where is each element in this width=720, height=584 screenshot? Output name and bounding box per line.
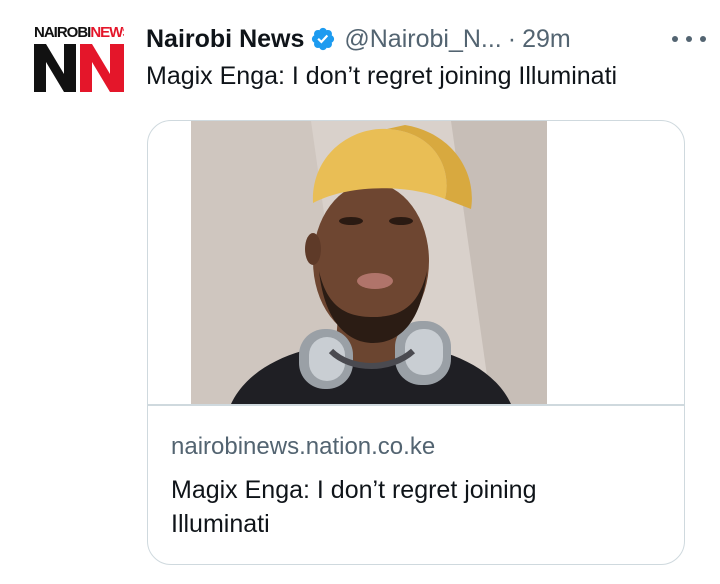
more-dot bbox=[686, 36, 692, 42]
more-dot bbox=[672, 36, 678, 42]
verified-badge-icon bbox=[312, 27, 335, 51]
display-name[interactable]: Nairobi News bbox=[146, 25, 304, 54]
timestamp[interactable]: 29m bbox=[522, 25, 571, 54]
more-horizontal-icon[interactable] bbox=[672, 26, 706, 52]
more-dot bbox=[700, 36, 706, 42]
tweet[interactable]: NAIROBINEWS Nairobi News @Nairobi_N... ·… bbox=[0, 0, 720, 584]
avatar-wordmark-dark: NAIROBI bbox=[34, 24, 91, 41]
card-image[interactable] bbox=[191, 121, 547, 404]
card-divider bbox=[148, 404, 684, 406]
avatar[interactable]: NAIROBINEWS bbox=[34, 24, 124, 96]
handle[interactable]: @Nairobi_N... bbox=[344, 25, 501, 54]
link-card[interactable]: nairobinews.nation.co.ke Magix Enga: I d… bbox=[147, 120, 685, 565]
tweet-header: Nairobi News @Nairobi_N... · 29m bbox=[146, 22, 706, 56]
card-domain: nairobinews.nation.co.ke bbox=[171, 433, 436, 460]
separator: · bbox=[507, 24, 517, 53]
avatar-wordmark-accent: NEWS bbox=[90, 24, 124, 41]
nairobi-news-logo-icon bbox=[34, 44, 124, 92]
tweet-text: Magix Enga: I don’t regret joining Illum… bbox=[146, 62, 618, 90]
card-title: Magix Enga: I don’t regret joining Illum… bbox=[171, 476, 537, 538]
card-photo bbox=[191, 121, 547, 404]
